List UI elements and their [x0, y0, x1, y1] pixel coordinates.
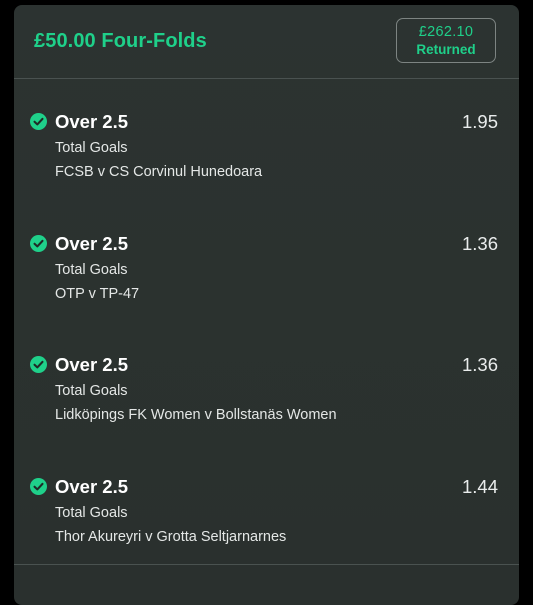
selection-name: Over 2.5 — [55, 354, 129, 375]
selection-row: Over 2.5 1.36 Total Goals OTP v TP-47 — [14, 225, 519, 335]
selection-row: Over 2.5 1.95 Total Goals FCSB v CS Corv… — [14, 103, 519, 213]
selection-odds: 1.95 — [461, 111, 498, 132]
returned-badge: £262.10 Returned — [396, 18, 496, 63]
check-circle-icon — [30, 356, 47, 373]
selection-name: Over 2.5 — [55, 476, 129, 497]
check-circle-icon — [30, 113, 47, 130]
check-circle-icon — [30, 478, 47, 495]
selection-market: Total Goals — [55, 262, 128, 278]
selection-name: Over 2.5 — [55, 233, 129, 254]
selection-odds: 1.36 — [461, 233, 498, 254]
selection-odds: 1.44 — [461, 476, 498, 497]
returned-amount: £262.10 — [418, 24, 474, 40]
selection-event: OTP v TP-47 — [55, 286, 140, 302]
selection-odds: 1.36 — [461, 354, 498, 375]
selection-market: Total Goals — [55, 383, 128, 399]
selection-row: Over 2.5 1.36 Total Goals Lidköpings FK … — [14, 346, 519, 456]
selection-event: Lidköpings FK Women v Bollstanäs Women — [55, 407, 337, 423]
footer-divider — [14, 564, 519, 565]
check-circle-icon — [30, 235, 47, 252]
header-divider — [14, 78, 519, 79]
selection-event: Thor Akureyri v Grotta Seltjarnarnes — [55, 529, 287, 545]
bet-title: £50.00 Four-Folds — [34, 30, 207, 52]
bet-card: £50.00 Four-Folds £262.10 Returned Over … — [14, 5, 519, 605]
selection-market: Total Goals — [55, 140, 128, 156]
bet-header: £50.00 Four-Folds £262.10 Returned — [14, 5, 519, 79]
selection-name: Over 2.5 — [55, 111, 129, 132]
selection-row: Over 2.5 1.44 Total Goals Thor Akureyri … — [14, 468, 519, 578]
selection-event: FCSB v CS Corvinul Hunedoara — [55, 164, 263, 180]
returned-label: Returned — [416, 42, 476, 57]
selection-market: Total Goals — [55, 505, 128, 521]
